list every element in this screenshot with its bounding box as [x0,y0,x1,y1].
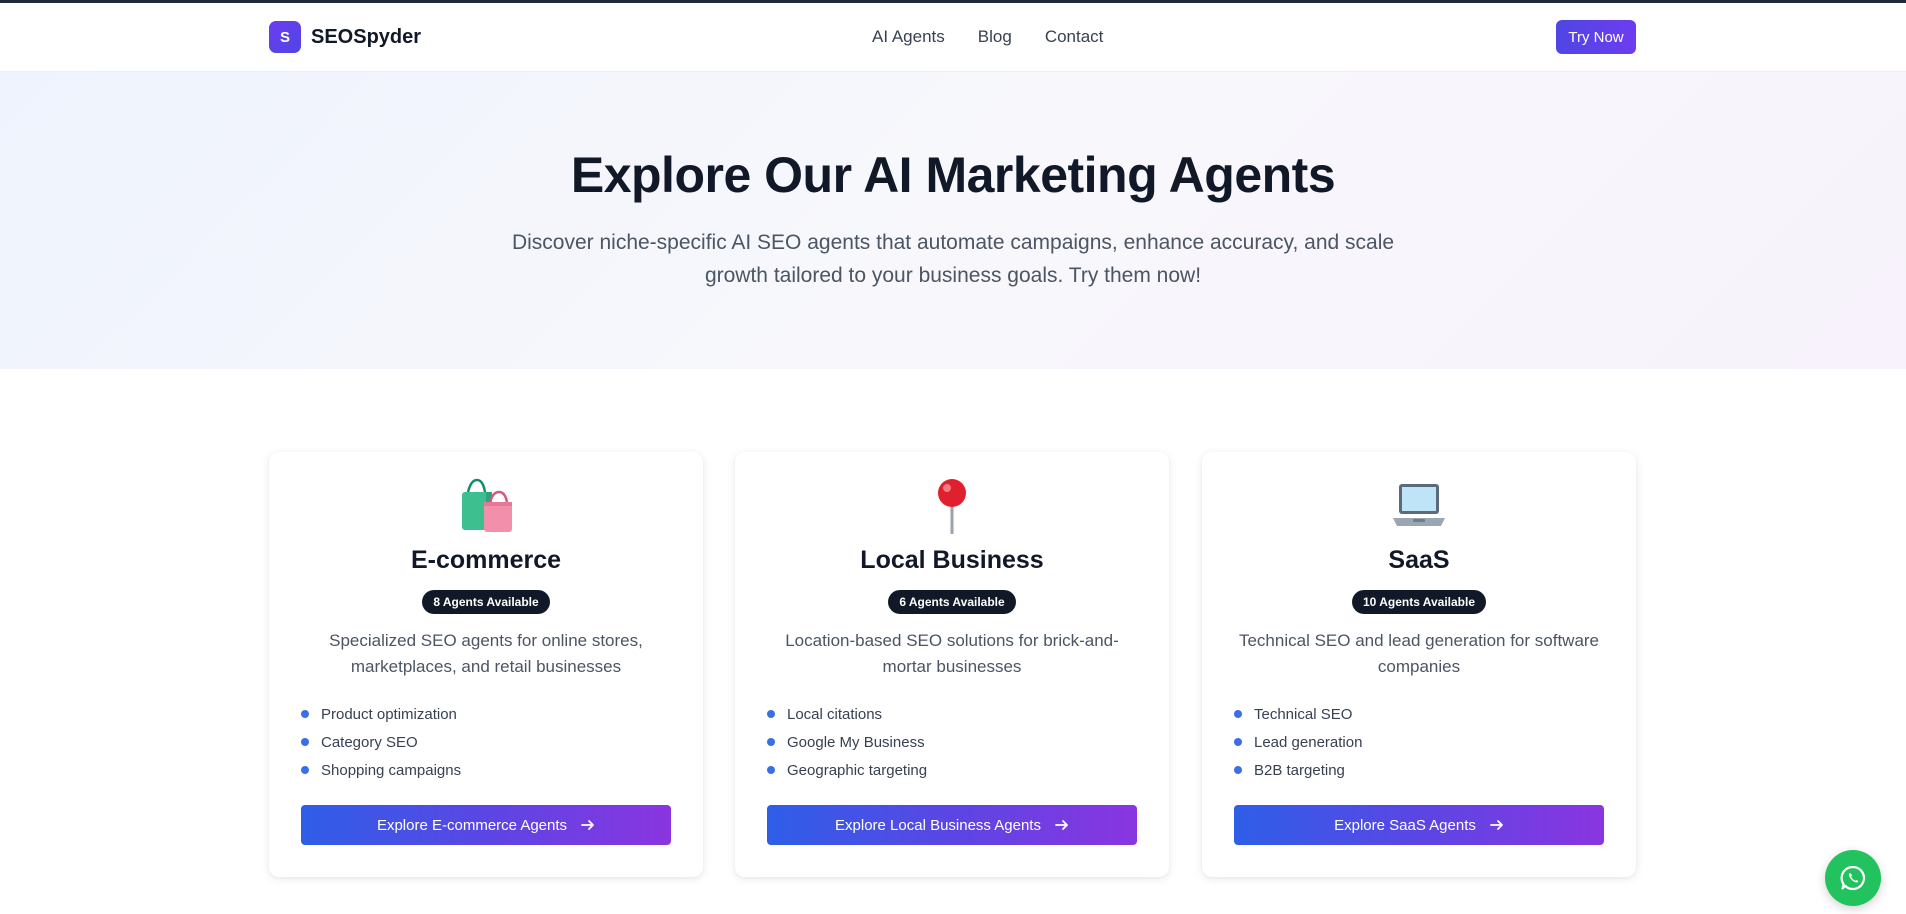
feature-label: Lead generation [1254,733,1363,751]
nav-contact[interactable]: Contact [1045,27,1104,47]
card-local-business: Local Business 6 Agents Available Locati… [735,452,1169,877]
main-nav: AI Agents Blog Contact [872,27,1136,47]
arrow-right-icon [581,818,595,832]
shopping-bags-icon [269,476,703,534]
bullet-dot [1234,738,1242,746]
brand-logo: S [269,21,301,53]
brand[interactable]: S SEOSpyder [269,21,421,53]
explore-saas-button[interactable]: Explore SaaS Agents [1234,805,1604,845]
brand-name: SEOSpyder [311,25,422,48]
whatsapp-chat-button[interactable] [1825,850,1881,906]
list-item: Technical SEO [1234,700,1636,728]
bullet-dot [301,766,309,774]
list-item: Product optimization [301,700,703,728]
laptop-icon [1202,476,1636,534]
card-description: Specialized SEO agents for online stores… [329,631,643,676]
hero-subtitle: Discover niche-specific AI SEO agents th… [511,231,1395,287]
explore-local-business-button[interactable]: Explore Local Business Agents [767,805,1137,845]
bullet-dot [1234,710,1242,718]
list-item: Lead generation [1234,728,1636,756]
bullet-dot [1234,766,1242,774]
button-label: Explore SaaS Agents [1334,816,1476,834]
explore-ecommerce-button[interactable]: Explore E-commerce Agents [301,805,671,845]
feature-list: Technical SEO Lead generation B2B target… [1234,700,1636,784]
card-title: SaaS [1388,546,1450,574]
hero-section: Explore Our AI Marketing Agents Discover… [0,72,1906,369]
map-pin-icon [735,476,1169,534]
nav-ai-agents[interactable]: AI Agents [872,27,945,47]
feature-label: Shopping campaigns [321,761,462,779]
agents-count-badge: 6 Agents Available [888,590,1016,614]
bullet-dot [767,766,775,774]
card-saas: SaaS 10 Agents Available Technical SEO a… [1202,452,1636,877]
button-label: Explore Local Business Agents [835,816,1041,834]
feature-label: Product optimization [321,705,457,723]
agents-count-badge: 10 Agents Available [1351,590,1487,614]
button-label: Explore E-commerce Agents [376,816,568,834]
list-item: Category SEO [301,728,703,756]
site-header: S SEOSpyder AI Agents Blog Contact Try N… [0,3,1906,72]
card-ecommerce: E-commerce 8 Agents Available Specialize… [269,452,703,877]
bullet-dot [301,738,309,746]
whatsapp-icon [1839,864,1867,892]
try-now-button[interactable]: Try Now [1556,20,1636,54]
list-item: Google My Business [767,728,1169,756]
card-description: Technical SEO and lead generation for so… [1238,631,1600,676]
bullet-dot [767,738,775,746]
feature-label: Category SEO [321,733,418,751]
card-title: Local Business [860,546,1044,574]
card-title: E-commerce [410,546,562,574]
nav-blog[interactable]: Blog [978,27,1012,47]
card-description: Location-based SEO solutions for brick-a… [785,631,1119,676]
bullet-dot [767,710,775,718]
list-item: Geographic targeting [767,756,1169,784]
hero-title: Explore Our AI Marketing Agents [570,147,1336,203]
agents-count-badge: 8 Agents Available [422,590,550,614]
list-item: Local citations [767,700,1169,728]
feature-label: Local citations [787,705,883,723]
arrow-right-icon [1489,818,1504,832]
feature-list: Local citations Google My Business Geogr… [767,700,1169,784]
feature-label: Google My Business [787,733,925,751]
bullet-dot [301,710,309,718]
feature-label: B2B targeting [1254,761,1345,779]
feature-label: Geographic targeting [787,761,928,779]
feature-list: Product optimization Category SEO Shoppi… [301,700,703,784]
list-item: B2B targeting [1234,756,1636,784]
list-item: Shopping campaigns [301,756,703,784]
feature-label: Technical SEO [1254,705,1353,723]
arrow-right-icon [1055,818,1069,832]
